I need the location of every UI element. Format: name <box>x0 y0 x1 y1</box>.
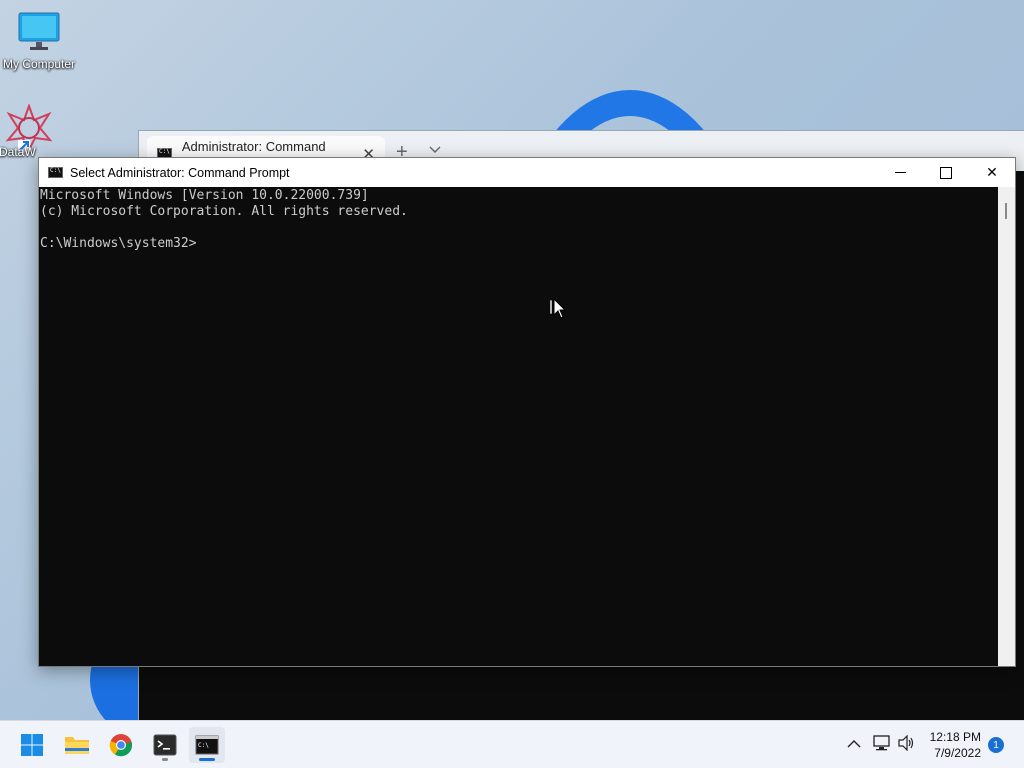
desktop: My Computer DataW Administrator: Command… <box>0 0 1024 768</box>
console-line: (c) Microsoft Corporation. All rights re… <box>40 204 408 219</box>
minimize-button[interactable] <box>877 158 923 187</box>
start-button[interactable] <box>14 727 50 763</box>
taskbar: C:\ 12:18 PM 7/9/2022 1 <box>0 720 1024 768</box>
svg-text:C:\: C:\ <box>198 742 209 749</box>
volume-icon[interactable] <box>898 734 916 754</box>
folder-icon <box>65 737 89 754</box>
running-indicator <box>162 758 168 761</box>
console-output[interactable]: Microsoft Windows [Version 10.0.22000.73… <box>39 187 998 666</box>
clock-time: 12:18 PM <box>929 730 981 744</box>
console-line: Microsoft Windows [Version 10.0.22000.73… <box>40 188 369 203</box>
network-icon[interactable] <box>873 735 891 754</box>
terminal-taskbar-button[interactable] <box>147 727 183 763</box>
close-button[interactable]: ✕ <box>969 158 1015 187</box>
maximize-icon <box>940 166 952 179</box>
notification-badge[interactable]: 1 <box>988 737 1004 753</box>
close-icon: ✕ <box>986 164 998 180</box>
minimize-icon <box>894 172 906 173</box>
clock-date: 7/9/2022 <box>934 746 981 760</box>
cmd-icon: C:\ <box>195 735 219 755</box>
title-bar[interactable]: Select Administrator: Command Prompt ✕ <box>39 158 1015 187</box>
windows-logo-icon <box>21 734 43 756</box>
maximize-button[interactable] <box>923 158 969 187</box>
desktop-icon-label: My Computer <box>2 57 76 71</box>
command-prompt-window[interactable]: Select Administrator: Command Prompt ✕ M… <box>38 157 1016 667</box>
desktop-icon-my-computer[interactable]: My Computer <box>0 12 79 71</box>
window-title: Select Administrator: Command Prompt <box>70 165 290 180</box>
chevron-down-icon[interactable] <box>429 143 441 157</box>
file-explorer-button[interactable] <box>59 727 95 763</box>
console-prompt: C:\Windows\system32> <box>40 236 197 251</box>
vertical-scrollbar[interactable] <box>998 187 1015 666</box>
desktop-icon-dataw[interactable]: DataW <box>0 103 59 159</box>
scrollbar-thumb[interactable] <box>1005 203 1007 219</box>
command-prompt-taskbar-button[interactable]: C:\ <box>189 727 225 763</box>
clock[interactable]: 12:18 PM 7/9/2022 <box>930 729 981 761</box>
chrome-icon <box>109 734 133 757</box>
cmd-icon <box>48 167 63 178</box>
terminal-icon <box>153 734 177 756</box>
chevron-up-icon[interactable] <box>847 736 861 752</box>
chrome-button[interactable] <box>103 727 139 763</box>
monitor-icon <box>18 12 60 50</box>
active-indicator <box>199 758 215 761</box>
